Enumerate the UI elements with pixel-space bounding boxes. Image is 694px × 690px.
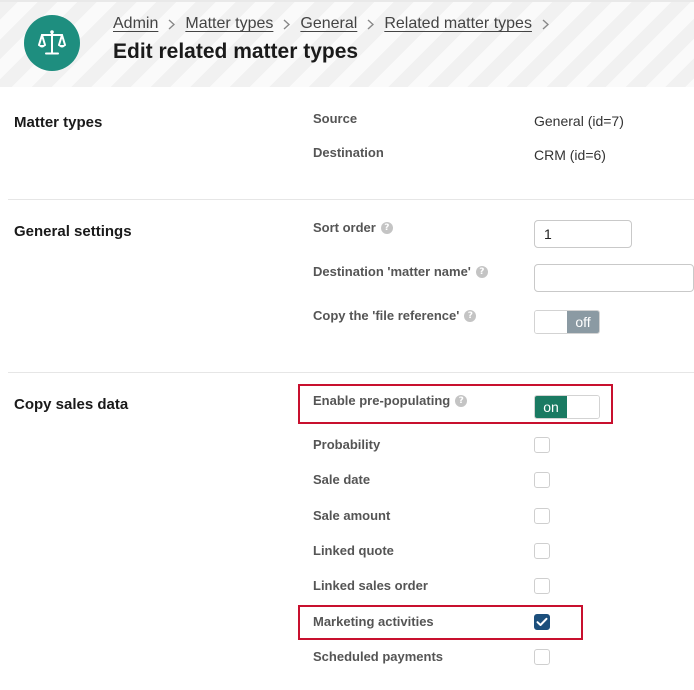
chevron-right-icon: [158, 18, 185, 30]
enable-prepopulating-toggle[interactable]: on: [534, 395, 600, 419]
destination-matter-name-label-text: Destination 'matter name': [313, 264, 471, 279]
linked-quote-checkbox[interactable]: [534, 543, 550, 559]
source-label: Source: [313, 111, 357, 126]
marketing-activities-label: Marketing activities: [313, 614, 434, 629]
scheduled-payments-label: Scheduled payments: [313, 649, 443, 664]
help-icon[interactable]: ?: [380, 221, 393, 234]
toggle-knob: [535, 311, 567, 333]
copy-file-reference-toggle[interactable]: off: [534, 310, 600, 334]
section-title-copy-sales-data: Copy sales data: [14, 396, 129, 413]
breadcrumb-general[interactable]: General: [300, 15, 357, 33]
chevron-right-icon: [273, 18, 300, 30]
enable-prepopulating-label-text: Enable pre-populating: [313, 393, 451, 408]
sort-order-label-text: Sort order: [313, 220, 376, 235]
linked-quote-label: Linked quote: [313, 543, 394, 558]
sale-date-checkbox[interactable]: [534, 472, 550, 488]
sale-amount-label: Sale amount: [313, 508, 390, 523]
probability-checkbox[interactable]: [534, 437, 550, 453]
page-header: Admin Matter types General Related matte…: [0, 0, 694, 87]
marketing-activities-checkbox[interactable]: [534, 614, 550, 630]
sort-order-label: Sort order ?: [313, 220, 393, 235]
help-icon[interactable]: ?: [475, 265, 488, 278]
enable-prepopulating-label: Enable pre-populating ?: [313, 393, 468, 408]
destination-matter-name-input[interactable]: [534, 264, 694, 292]
section-title-general-settings: General settings: [14, 223, 132, 240]
destination-matter-name-label: Destination 'matter name' ?: [313, 264, 488, 279]
app-logo: [24, 15, 80, 71]
sale-amount-label-text: Sale amount: [313, 508, 391, 523]
section-divider: [8, 199, 694, 200]
section-title-matter-types: Matter types: [14, 114, 103, 131]
source-value: General (id=7): [534, 113, 624, 129]
scales-icon: [38, 30, 66, 55]
destination-label: Destination: [313, 145, 384, 160]
section-divider: [8, 372, 694, 373]
toggle-knob: [567, 396, 599, 418]
help-icon[interactable]: ?: [455, 394, 468, 407]
toggle-state-text: off: [567, 311, 599, 333]
chevron-right-icon: [357, 18, 384, 30]
toggle-state-text: on: [535, 396, 567, 418]
check-icon: [536, 617, 548, 626]
chevron-right-icon: [532, 18, 559, 30]
scheduled-payments-label-text: Scheduled payments: [313, 649, 444, 664]
destination-label-text: Destination: [313, 145, 384, 160]
linked-sales-order-label: Linked sales order: [313, 578, 428, 593]
page-title: Edit related matter types: [113, 40, 359, 63]
scheduled-payments-checkbox[interactable]: [534, 649, 550, 665]
copy-file-reference-label: Copy the 'file reference' ?: [313, 308, 477, 323]
linked-sales-order-label-text: Linked sales order: [313, 578, 428, 593]
sort-order-input[interactable]: [534, 220, 632, 248]
breadcrumb-related-matter-types[interactable]: Related matter types: [384, 15, 532, 33]
copy-file-reference-label-text: Copy the 'file reference': [313, 308, 460, 323]
help-icon[interactable]: ?: [464, 309, 477, 322]
breadcrumb: Admin Matter types General Related matte…: [113, 14, 559, 34]
probability-label: Probability: [313, 437, 380, 452]
probability-label-text: Probability: [313, 437, 381, 452]
breadcrumb-admin[interactable]: Admin: [113, 15, 158, 33]
source-label-text: Source: [313, 111, 358, 126]
sale-date-label: Sale date: [313, 472, 370, 487]
header-top-border: [0, 0, 694, 2]
breadcrumb-matter-types[interactable]: Matter types: [185, 15, 273, 33]
sale-date-label-text: Sale date: [313, 472, 371, 487]
linked-sales-order-checkbox[interactable]: [534, 578, 550, 594]
linked-quote-label-text: Linked quote: [313, 543, 394, 558]
sale-amount-checkbox[interactable]: [534, 508, 550, 524]
marketing-activities-label-text: Marketing activities: [313, 614, 434, 629]
destination-value: CRM (id=6): [534, 147, 606, 163]
